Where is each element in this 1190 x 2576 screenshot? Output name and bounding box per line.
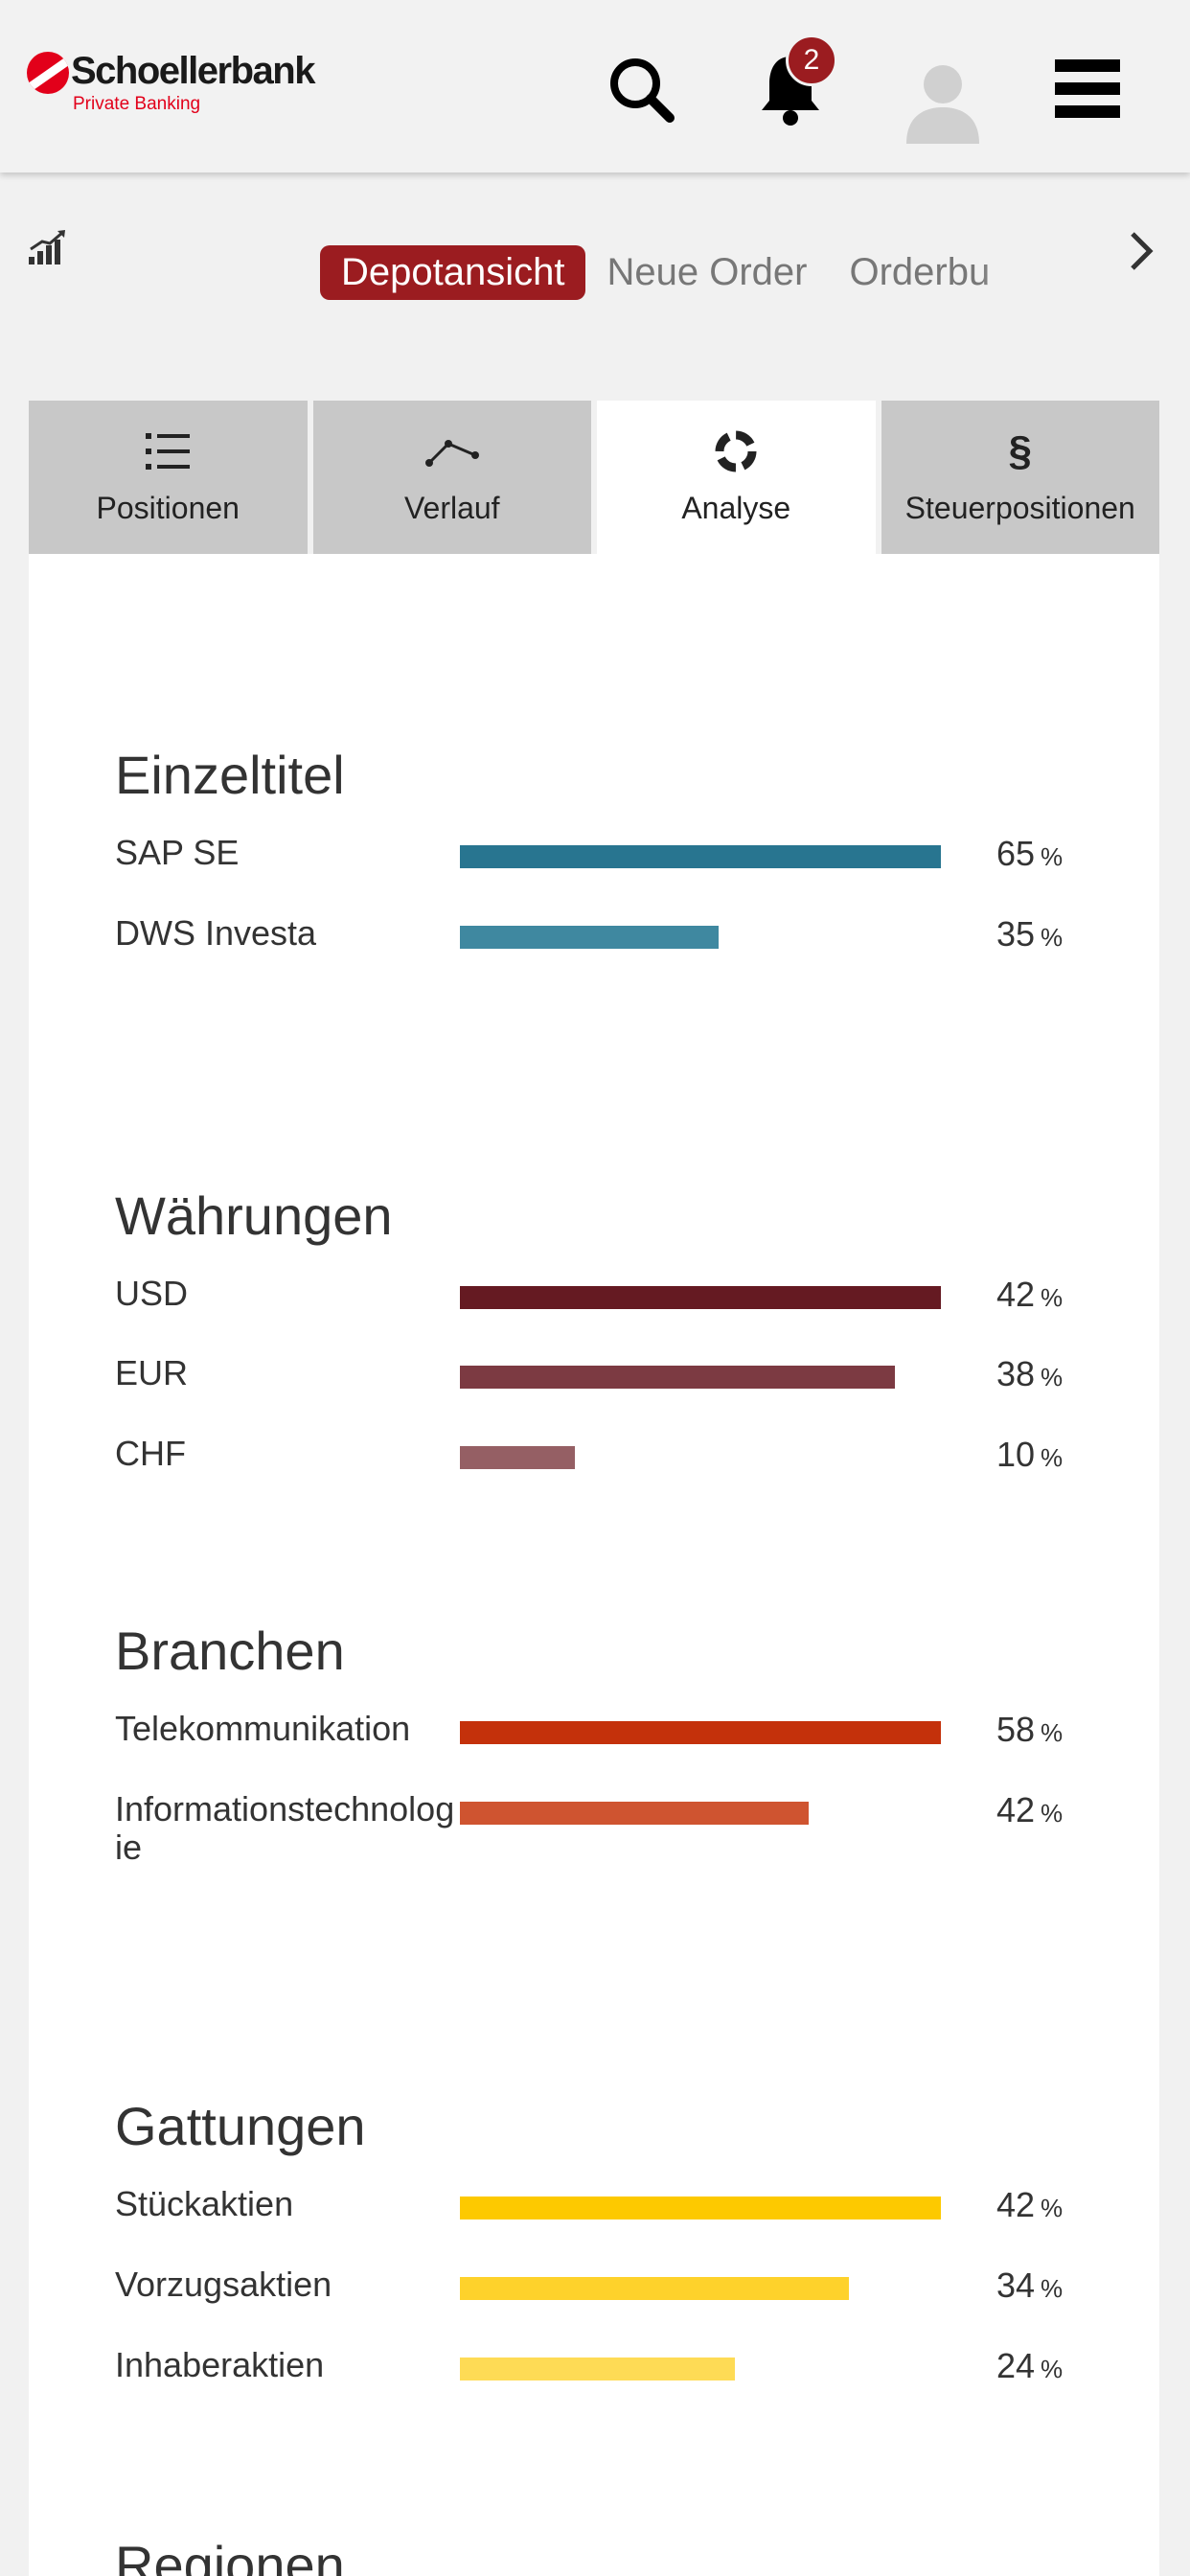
row-label: Informationstechnologie [115,1789,455,1867]
allocation-bar [460,1286,941,1309]
logo-subtitle: Private Banking [73,94,201,114]
row-value: 10% [996,1435,1064,1474]
list-item: USD 42% [115,1275,1102,1332]
section-title-branchen: Branchen [115,1621,345,1681]
depot-nav-tabs: Depotansicht Neue Order Orderbu [320,245,1029,307]
analysis-subtabs: Positionen Verlauf Analyse § Steuerposit… [29,401,1159,554]
row-label: EUR [115,1353,189,1392]
list-item: SAP SE 65% [115,834,1102,891]
list-icon [146,426,191,477]
schoellerbank-logo[interactable]: Schoellerbank Private Banking [27,50,324,119]
list-item: Informationstechnologie 42% [115,1790,1102,1876]
subtab-verlauf[interactable]: Verlauf [312,401,591,554]
tab-neue-order[interactable]: Neue Order [585,245,828,300]
line-graph-icon [424,426,479,477]
tab-depotansicht[interactable]: Depotansicht [320,245,586,300]
list-item: EUR 38% [115,1354,1102,1412]
search-icon[interactable] [598,46,684,132]
allocation-bar [460,1366,895,1389]
notification-count-badge: 2 [786,34,837,86]
subtab-label: Verlauf [403,491,500,525]
row-value: 42% [996,1790,1064,1829]
subtab-label: Positionen [96,491,240,525]
subtab-analyse[interactable]: Analyse [597,401,876,554]
allocation-bar [460,2358,735,2380]
row-value: 24% [996,2346,1064,2385]
section-title-einzeltitel: Einzeltitel [115,745,345,805]
allocation-bar [460,845,941,868]
list-item: DWS Investa 35% [115,914,1102,972]
row-label: Vorzugsaktien [115,2265,332,2304]
nav-fade-overlay [979,240,1056,316]
allocation-bar [460,2277,849,2300]
row-value: 42% [996,1275,1064,1314]
row-value: 35% [996,914,1064,954]
donut-chart-icon [712,426,760,477]
row-label: USD [115,1274,189,1313]
row-label: Stückaktien [115,2184,294,2223]
section-title-gattungen: Gattungen [115,2096,366,2156]
row-value: 42% [996,2185,1064,2224]
list-item: CHF 10% [115,1435,1102,1492]
allocation-bar [460,926,719,949]
subtab-label: Steuerpositionen [904,491,1135,525]
row-value: 34% [996,2266,1064,2305]
row-value: 38% [996,1354,1064,1393]
section-title-regionen: Regionen [115,2535,345,2576]
list-item: Telekommunikation 58% [115,1710,1102,1767]
subtab-label: Analyse [681,491,791,525]
logo-name: Schoellerbank [71,50,315,92]
list-item: Vorzugsaktien 34% [115,2266,1102,2323]
app-header: Schoellerbank Private Banking 2 [0,0,1190,172]
list-item: Inhaberaktien 24% [115,2346,1102,2404]
user-avatar-icon[interactable] [897,52,989,144]
subtab-steuerpositionen[interactable]: § Steuerpositionen [881,401,1159,554]
analysis-card: Einzeltitel SAP SE 65% DWS Investa 35% W… [29,554,1159,2576]
bar-chart-trend-icon[interactable] [27,228,69,266]
row-label: Telekommunikation [115,1709,411,1748]
row-value: 58% [996,1710,1064,1749]
row-label: Inhaberaktien [115,2345,325,2384]
subtab-positionen[interactable]: Positionen [29,401,308,554]
row-label: SAP SE [115,833,240,872]
allocation-bar [460,2196,941,2220]
row-value: 65% [996,834,1064,873]
allocation-bar [460,1446,575,1469]
allocation-bar [460,1802,809,1825]
hamburger-menu-icon[interactable] [1044,46,1131,132]
row-label: DWS Investa [115,913,317,953]
allocation-bar [460,1721,941,1744]
list-item: Stückaktien 42% [115,2185,1102,2242]
paragraph-icon: § [1008,427,1032,474]
chevron-right-icon[interactable] [1121,226,1163,276]
row-label: CHF [115,1434,186,1473]
section-title-waehrungen: Währungen [115,1185,393,1246]
logo-mark-icon [27,52,69,94]
